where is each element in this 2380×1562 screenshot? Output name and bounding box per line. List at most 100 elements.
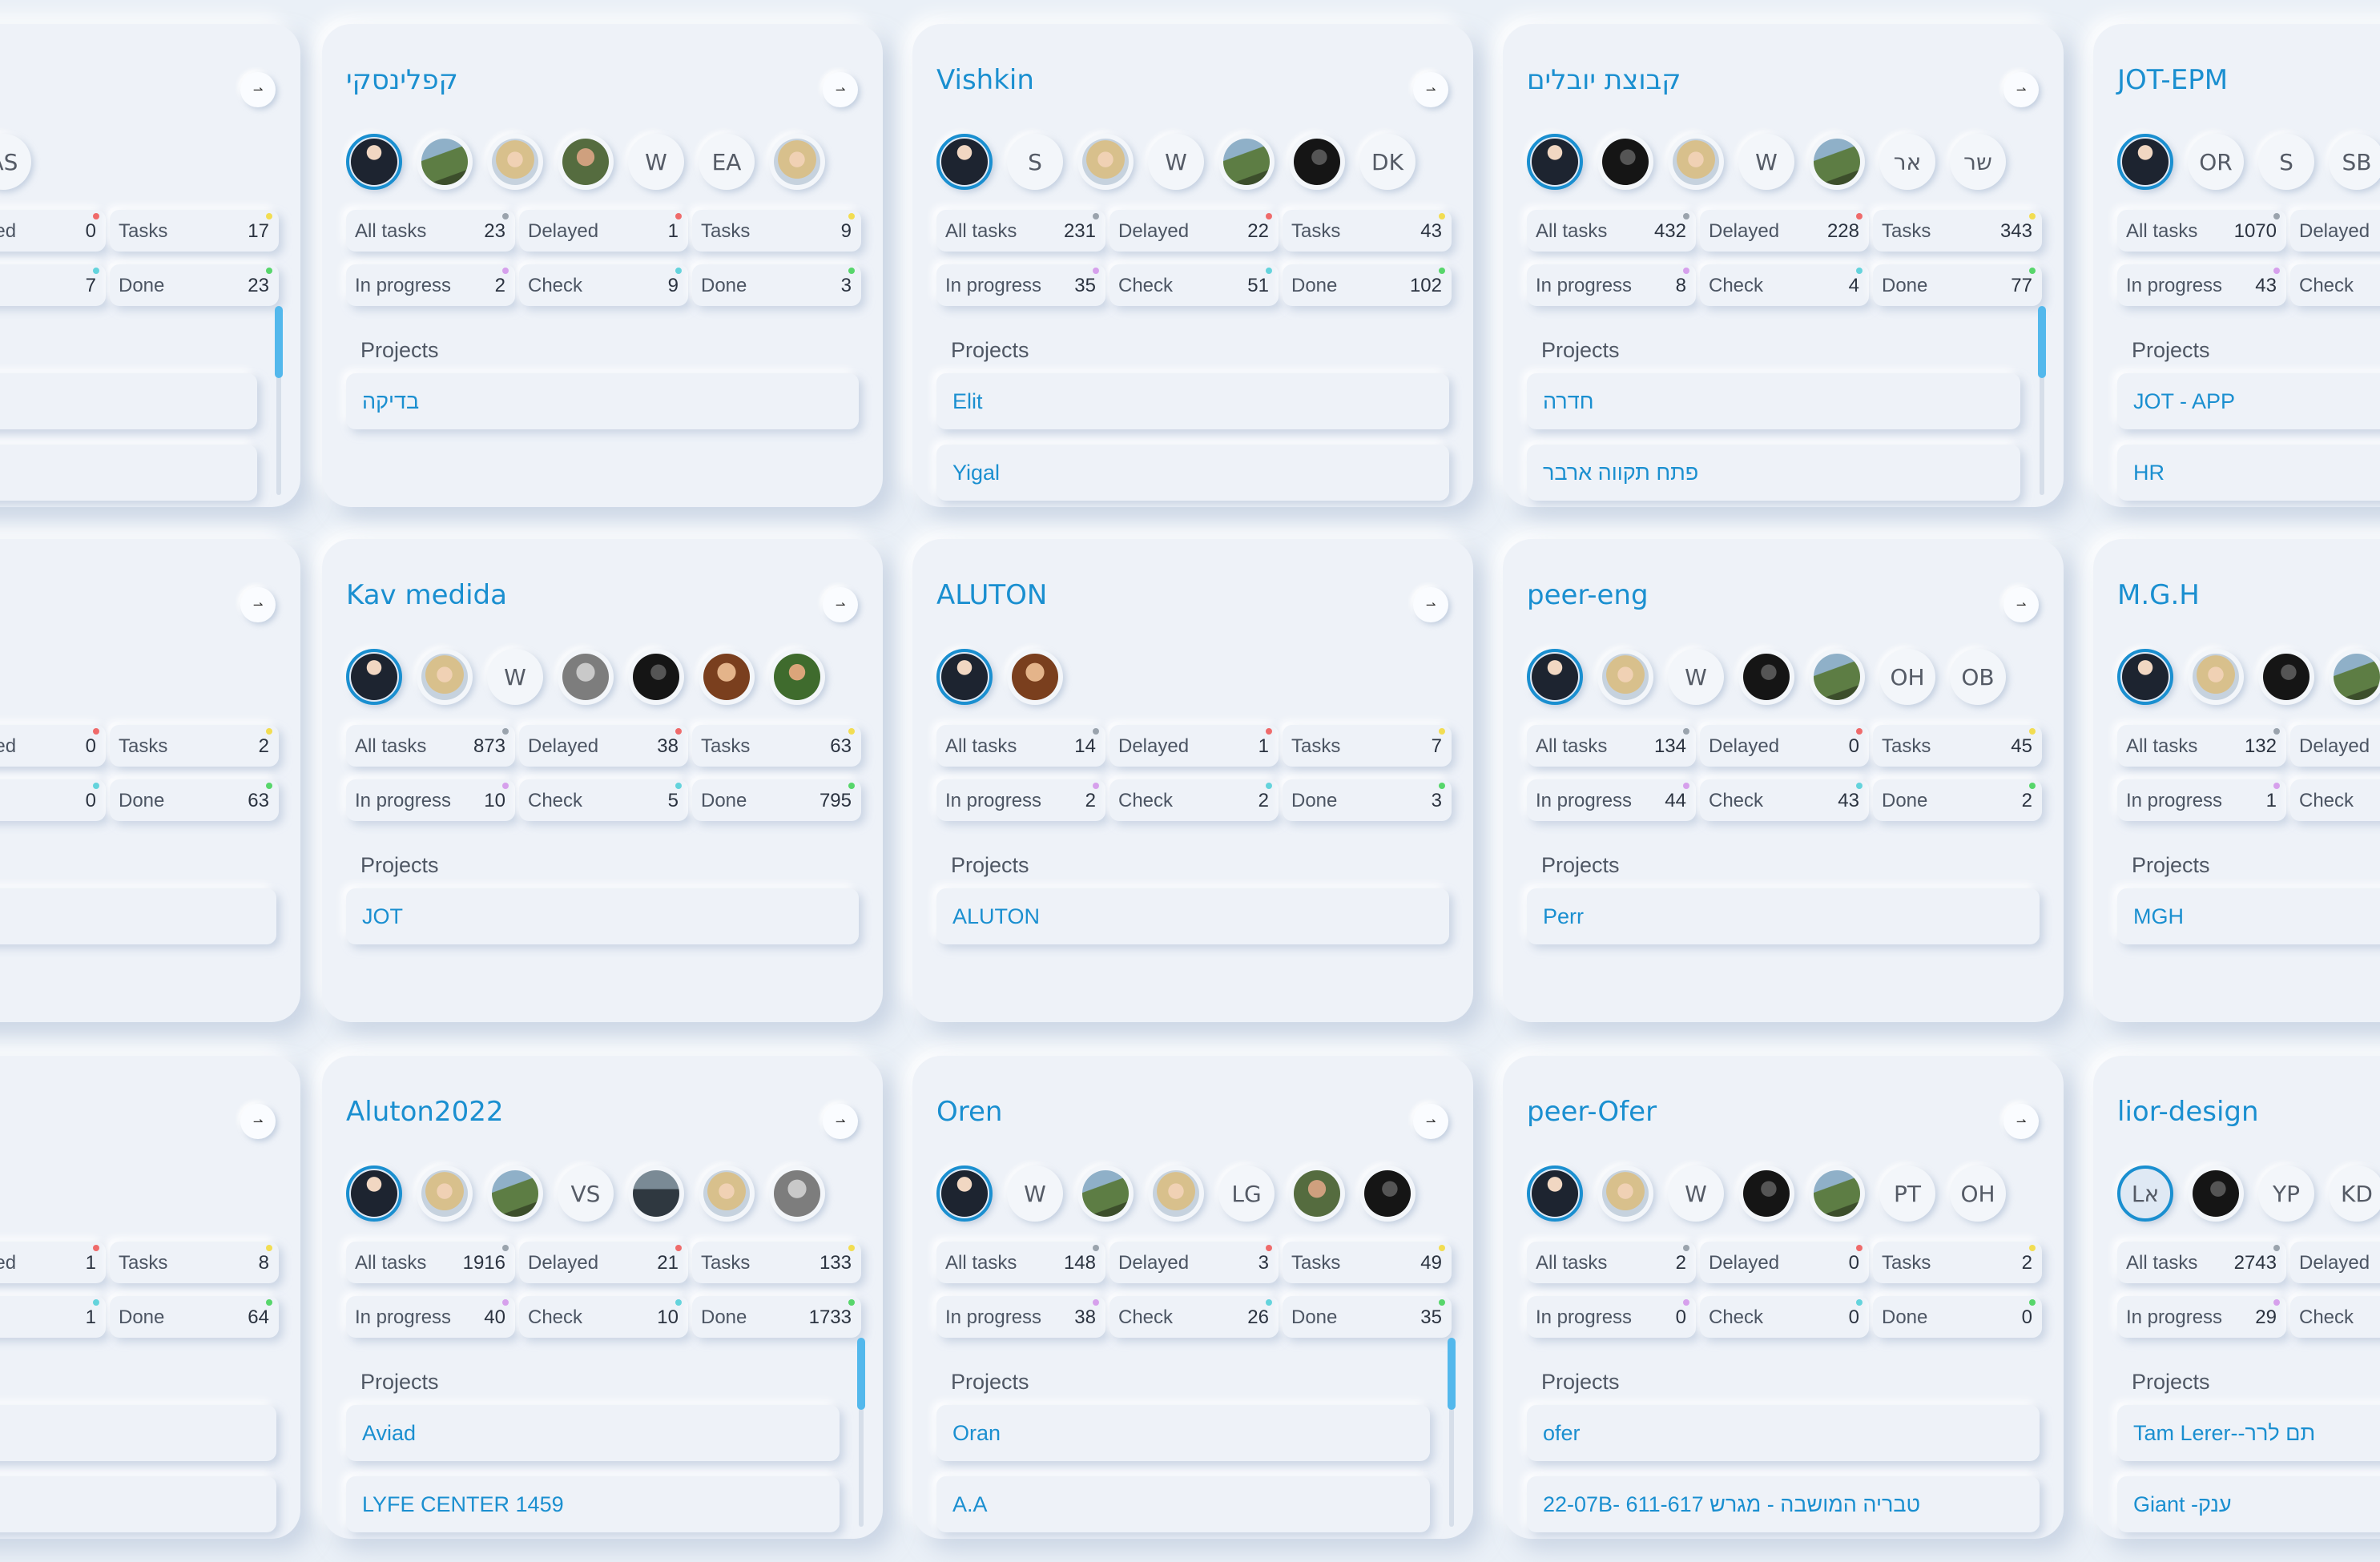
- stat-box[interactable]: Tasks 63: [692, 725, 861, 767]
- avatar[interactable]: W: [1007, 1165, 1063, 1222]
- stat-box[interactable]: Done 23: [110, 264, 279, 306]
- project-scrollbar[interactable]: [857, 1338, 865, 1527]
- avatar[interactable]: [2188, 1165, 2244, 1222]
- team-card[interactable]: Oren ⇀ W LG All tasks 148 Delayed 3 Tasks 49 In pr…: [912, 1056, 1473, 1539]
- avatar[interactable]: [1668, 134, 1724, 190]
- avatar[interactable]: [1597, 134, 1653, 190]
- avatar[interactable]: W: [1738, 134, 1794, 190]
- avatar[interactable]: [1289, 1165, 1345, 1222]
- team-title[interactable]: קבוצת יובלים: [1527, 64, 1681, 96]
- team-card[interactable]: lior-design⇀LאYPKDAll tasks2743DelayedTa…: [2093, 1056, 2380, 1539]
- pin-button[interactable]: ⇀: [2003, 72, 2039, 107]
- avatar[interactable]: SB: [2329, 134, 2380, 190]
- project-item[interactable]: בדיקה: [346, 373, 859, 429]
- avatar[interactable]: W: [1668, 649, 1724, 705]
- stat-box[interactable]: Tasks 49: [1283, 1242, 1452, 1283]
- stat-box[interactable]: All tasks 231: [936, 210, 1105, 252]
- team-card[interactable]: קבוצת יובלים ⇀ W אר שר All tasks 432 Delayed 228…: [1503, 24, 2064, 507]
- scrollbar-thumb[interactable]: [857, 1338, 865, 1410]
- team-card[interactable]: peer-Ofer ⇀ W PT OH All tasks 2 Delayed 0 Tasks 2 I…: [1503, 1056, 2064, 1539]
- stat-box[interactable]: In progress 35: [936, 264, 1105, 306]
- stat-box[interactable]: Tasks 2: [110, 725, 279, 767]
- avatar[interactable]: [487, 1165, 543, 1222]
- stat-box[interactable]: All tasks 2: [1527, 1242, 1696, 1283]
- avatar[interactable]: [417, 649, 473, 705]
- stat-box[interactable]: Done 0: [1873, 1296, 2042, 1338]
- stat-box[interactable]: Delayed 21: [519, 1242, 688, 1283]
- stat-box[interactable]: Done 77: [1873, 264, 2042, 306]
- team-card[interactable]: peer-eng ⇀ W OH OB All tasks 134 Delayed 0 Tasks 4…: [1503, 539, 2064, 1022]
- stat-box[interactable]: In progress 40: [346, 1296, 515, 1338]
- project-item[interactable]: ALUTON: [936, 888, 1449, 944]
- stat-box[interactable]: In progress 2: [346, 264, 515, 306]
- avatar[interactable]: [628, 1165, 684, 1222]
- avatar[interactable]: W: [1148, 134, 1204, 190]
- team-card[interactable]: ⇀YKAll tasksDelayed0Tasks2In progressChe…: [0, 539, 300, 1022]
- avatar[interactable]: [699, 649, 755, 705]
- stat-box[interactable]: Delayed 22: [1109, 210, 1279, 252]
- avatar[interactable]: [1077, 134, 1134, 190]
- stat-box[interactable]: In progress 10: [346, 779, 515, 821]
- avatar[interactable]: [2188, 649, 2244, 705]
- avatar[interactable]: [1007, 649, 1063, 705]
- stat-box[interactable]: All tasks 2743: [2117, 1242, 2286, 1283]
- team-title[interactable]: קפלינסקי: [346, 64, 458, 96]
- team-title[interactable]: M.G.H: [2117, 579, 2200, 611]
- project-item[interactable]: HR: [2117, 445, 2380, 501]
- team-title[interactable]: lior-design: [2117, 1096, 2259, 1128]
- team-title[interactable]: Aluton2022: [346, 1096, 503, 1128]
- stat-box[interactable]: Delayed 1: [519, 210, 688, 252]
- avatar[interactable]: [1527, 134, 1583, 190]
- avatar[interactable]: W: [628, 134, 684, 190]
- pin-button[interactable]: ⇀: [240, 1104, 276, 1139]
- avatar[interactable]: [417, 134, 473, 190]
- avatar[interactable]: EA: [699, 134, 755, 190]
- stat-box[interactable]: Check 43: [1700, 779, 1869, 821]
- avatar[interactable]: LG: [1218, 1165, 1275, 1222]
- team-card[interactable]: Kav medida ⇀ W All tasks 873 Delayed 38 Tasks 63…: [322, 539, 883, 1022]
- team-title[interactable]: ALUTON: [936, 579, 1047, 611]
- stat-box[interactable]: Check 4: [1700, 264, 1869, 306]
- avatar[interactable]: [769, 1165, 825, 1222]
- stat-box[interactable]: Tasks 9: [692, 210, 861, 252]
- stat-box[interactable]: All tasks 14: [936, 725, 1105, 767]
- project-item[interactable]: 22-07B- 611-617 טבריה המושבה - מגרש: [1527, 1476, 2040, 1532]
- stat-box[interactable]: Delayed: [2290, 210, 2380, 252]
- project-item[interactable]: Aviad: [346, 1405, 840, 1461]
- stat-box[interactable]: All tasks 132: [2117, 725, 2286, 767]
- project-item[interactable]: A.A: [936, 1476, 1430, 1532]
- stat-box[interactable]: Tasks 17: [110, 210, 279, 252]
- avatar[interactable]: [1597, 1165, 1653, 1222]
- stat-box[interactable]: Check: [2290, 1296, 2380, 1338]
- avatar[interactable]: [558, 649, 614, 705]
- project-item[interactable]: חדרה: [1527, 373, 2020, 429]
- avatar[interactable]: שר: [1950, 134, 2006, 190]
- stat-box[interactable]: Done 63: [110, 779, 279, 821]
- avatar[interactable]: [1738, 649, 1794, 705]
- avatar[interactable]: PT: [1879, 1165, 1935, 1222]
- stat-box[interactable]: Check: [2290, 264, 2380, 306]
- stat-box[interactable]: Done 3: [692, 264, 861, 306]
- stat-box[interactable]: Delayed 38: [519, 725, 688, 767]
- stat-box[interactable]: Delayed 1: [1109, 725, 1279, 767]
- scrollbar-thumb[interactable]: [2038, 306, 2046, 378]
- stat-box[interactable]: Delayed 0: [1700, 725, 1869, 767]
- avatar[interactable]: [2117, 134, 2173, 190]
- stat-box[interactable]: Delayed 3: [1109, 1242, 1279, 1283]
- avatar[interactable]: [769, 649, 825, 705]
- project-item[interactable]: [0, 1476, 276, 1532]
- avatar[interactable]: [936, 649, 993, 705]
- team-card[interactable]: Vishkin ⇀ S W DK All tasks 231 Delayed 22 Tasks 43…: [912, 24, 1473, 507]
- stat-box[interactable]: Check 9: [519, 264, 688, 306]
- stat-box[interactable]: Delayed 0: [1700, 1242, 1869, 1283]
- project-scrollbar[interactable]: [2038, 306, 2046, 495]
- pin-button[interactable]: ⇀: [1413, 1104, 1448, 1139]
- avatar[interactable]: OB: [1950, 649, 2006, 705]
- stat-box[interactable]: All tasks 134: [1527, 725, 1696, 767]
- stat-box[interactable]: Delayed 1: [0, 1242, 106, 1283]
- team-card[interactable]: JOT-EPM⇀ORSSBAll tasks1070DelayedTasksIn…: [2093, 24, 2380, 507]
- avatar[interactable]: [2258, 649, 2314, 705]
- team-title[interactable]: Oren: [936, 1096, 1002, 1128]
- stat-box[interactable]: Tasks 343: [1873, 210, 2042, 252]
- pin-button[interactable]: ⇀: [1413, 72, 1448, 107]
